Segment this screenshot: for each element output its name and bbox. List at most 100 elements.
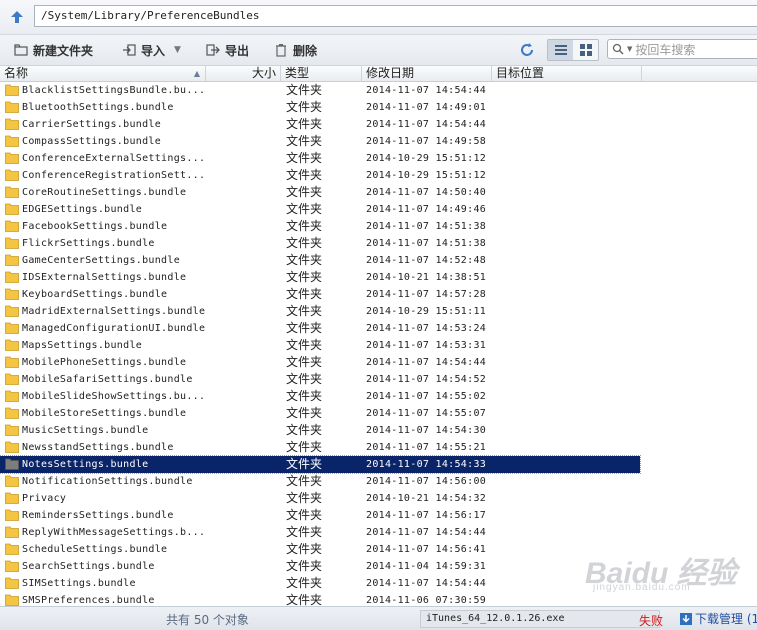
table-row[interactable]: ScheduleSettings.bundle 文件夹 2014-11-07 14:… (0, 541, 640, 558)
file-date: 2014-11-04 14:59:31 (366, 561, 487, 572)
download-item[interactable]: iTunes_64_12.0.1.26.exe 失败 (420, 610, 663, 628)
table-row[interactable]: ConferenceRegistrationSett... 文件夹 2014-10-… (0, 167, 640, 184)
file-type: 文件夹 (286, 491, 323, 505)
column-header: 名称 ▲ 大小 类型 修改日期 目标位置 (0, 66, 757, 82)
baidu-watermark: Baidu 经验 jingyan.baidu.com (585, 548, 737, 593)
table-row[interactable]: NewsstandSettings.bundle 文件夹 2014-11-07 14… (0, 439, 640, 456)
export-button[interactable]: 导出 (206, 41, 249, 59)
file-date: 2014-11-07 14:53:31 (366, 340, 487, 351)
file-date: 2014-10-21 14:38:51 (366, 272, 487, 283)
file-name: MadridExternalSettings.bundle (22, 306, 206, 317)
file-name: MobilePhoneSettings.bundle (22, 357, 187, 368)
trash-icon (274, 43, 288, 57)
file-type: 文件夹 (286, 338, 323, 352)
watermark-url: jingyan.baidu.com (593, 582, 691, 593)
table-row[interactable]: NotificationSettings.bundle 文件夹 2014-11-07… (0, 473, 640, 490)
column-name[interactable]: 名称 ▲ (0, 66, 206, 81)
file-name: BlacklistSettingsBundle.bu... (22, 85, 206, 96)
table-row[interactable]: MobileStoreSettings.bundle 文件夹 2014-11-07 … (0, 405, 640, 422)
column-name-label: 名称 (4, 66, 29, 80)
download-manager-button[interactable]: 下载管理 (1 (680, 610, 757, 627)
search-input[interactable]: ▼ 按回车搜索 (607, 39, 757, 59)
delete-button[interactable]: 删除 (274, 41, 317, 59)
file-list: BlacklistSettingsBundle.bu... 文件夹 2014-11-… (0, 82, 757, 606)
download-icon (680, 612, 692, 625)
file-date: 2014-11-07 14:54:33 (366, 459, 487, 470)
chevron-down-icon[interactable]: ▼ (174, 45, 181, 55)
file-date: 2014-10-21 14:54:32 (366, 493, 487, 504)
folder-icon (5, 475, 19, 487)
file-type: 文件夹 (286, 321, 323, 335)
file-name: ManagedConfigurationUI.bundle (22, 323, 206, 334)
table-row[interactable]: MapsSettings.bundle 文件夹 2014-11-07 14:53:3… (0, 337, 640, 354)
file-date: 2014-11-07 14:54:44 (366, 357, 487, 368)
file-type: 文件夹 (286, 253, 323, 267)
refresh-button[interactable] (518, 41, 536, 59)
file-date: 2014-11-07 14:54:30 (366, 425, 487, 436)
table-row[interactable]: RemindersSettings.bundle 文件夹 2014-11-07 14… (0, 507, 640, 524)
table-row[interactable]: KeyboardSettings.bundle 文件夹 2014-11-07 14:… (0, 286, 640, 303)
table-row[interactable]: FacebookSettings.bundle 文件夹 2014-11-07 14:… (0, 218, 640, 235)
column-size[interactable]: 大小 (206, 66, 281, 81)
folder-icon (5, 152, 19, 164)
file-name: ConferenceExternalSettings... (22, 153, 206, 164)
file-type: 文件夹 (286, 372, 323, 386)
table-row[interactable]: NotesSettings.bundle 文件夹 2014-11-07 14:54:… (0, 455, 641, 474)
table-row[interactable]: SearchSettings.bundle 文件夹 2014-11-04 14:59… (0, 558, 640, 575)
table-row[interactable]: BlacklistSettingsBundle.bu... 文件夹 2014-11-… (0, 82, 640, 99)
new-folder-label: 新建文件夹 (33, 43, 94, 58)
file-name: NotesSettings.bundle (22, 459, 149, 470)
table-row[interactable]: MobileSafariSettings.bundle 文件夹 2014-11-07… (0, 371, 640, 388)
folder-icon (5, 543, 19, 555)
folder-icon (5, 101, 19, 113)
table-row[interactable]: EDGESettings.bundle 文件夹 2014-11-07 14:49:4… (0, 201, 640, 218)
up-folder-button[interactable] (6, 6, 28, 28)
table-row[interactable]: BluetoothSettings.bundle 文件夹 2014-11-07 14… (0, 99, 640, 116)
file-date: 2014-11-07 14:53:24 (366, 323, 487, 334)
table-row[interactable]: ManagedConfigurationUI.bundle 文件夹 2014-11-… (0, 320, 640, 337)
table-row[interactable]: ConferenceExternalSettings... 文件夹 2014-10-… (0, 150, 640, 167)
file-date: 2014-11-07 14:49:58 (366, 136, 487, 147)
import-button[interactable]: 导入 ▼ (122, 41, 181, 59)
folder-icon (5, 424, 19, 436)
table-row[interactable]: IDSExternalSettings.bundle 文件夹 2014-10-21 … (0, 269, 640, 286)
table-row[interactable]: GameCenterSettings.bundle 文件夹 2014-11-07 1… (0, 252, 640, 269)
table-row[interactable]: SIMSettings.bundle 文件夹 2014-11-07 14:54:44 (0, 575, 640, 592)
table-row[interactable]: Privacy 文件夹 2014-10-21 14:54:32 (0, 490, 640, 507)
column-type[interactable]: 类型 (281, 66, 362, 81)
search-dropdown-icon[interactable]: ▼ (627, 45, 632, 53)
new-folder-button[interactable]: 新建文件夹 (14, 41, 93, 59)
table-row[interactable]: CarrierSettings.bundle 文件夹 2014-11-07 14:5… (0, 116, 640, 133)
file-date: 2014-10-29 15:51:12 (366, 170, 487, 181)
file-date: 2014-11-07 14:54:44 (366, 119, 487, 130)
file-name: EDGESettings.bundle (22, 204, 143, 215)
table-row[interactable]: MobilePhoneSettings.bundle 文件夹 2014-11-07 … (0, 354, 640, 371)
file-name: SIMSettings.bundle (22, 578, 136, 589)
file-type: 文件夹 (286, 202, 323, 216)
file-date: 2014-11-07 14:54:52 (366, 374, 487, 385)
file-date: 2014-11-07 14:50:40 (366, 187, 487, 198)
path-input[interactable]: /System/Library/PreferenceBundles (34, 5, 757, 27)
table-row[interactable]: MusicSettings.bundle 文件夹 2014-11-07 14:54:… (0, 422, 640, 439)
file-name: MapsSettings.bundle (22, 340, 143, 351)
search-placeholder: 按回车搜索 (635, 42, 696, 57)
file-name: KeyboardSettings.bundle (22, 289, 168, 300)
file-date: 2014-11-07 14:49:01 (366, 102, 487, 113)
table-row[interactable]: MobileSlideShowSettings.bu... 文件夹 2014-11-… (0, 388, 640, 405)
file-name: BluetoothSettings.bundle (22, 102, 174, 113)
grid-view-button[interactable] (573, 40, 598, 60)
status-bar: 共有 50 个对象 iTunes_64_12.0.1.26.exe 失败 下载管… (0, 606, 757, 630)
column-target[interactable]: 目标位置 (492, 66, 642, 81)
list-view-button[interactable] (548, 40, 573, 60)
file-type: 文件夹 (286, 457, 323, 471)
file-name: FlickrSettings.bundle (22, 238, 155, 249)
table-row[interactable]: CoreRoutineSettings.bundle 文件夹 2014-11-07 … (0, 184, 640, 201)
column-date[interactable]: 修改日期 (362, 66, 492, 81)
folder-icon (5, 560, 19, 572)
table-row[interactable]: CompassSettings.bundle 文件夹 2014-11-07 14:4… (0, 133, 640, 150)
table-row[interactable]: MadridExternalSettings.bundle 文件夹 2014-10-… (0, 303, 640, 320)
folder-icon (5, 356, 19, 368)
table-row[interactable]: ReplyWithMessageSettings.b... 文件夹 2014-11-… (0, 524, 640, 541)
table-row[interactable]: SMSPreferences.bundle 文件夹 2014-11-06 07:30… (0, 592, 640, 606)
table-row[interactable]: FlickrSettings.bundle 文件夹 2014-11-07 14:51… (0, 235, 640, 252)
